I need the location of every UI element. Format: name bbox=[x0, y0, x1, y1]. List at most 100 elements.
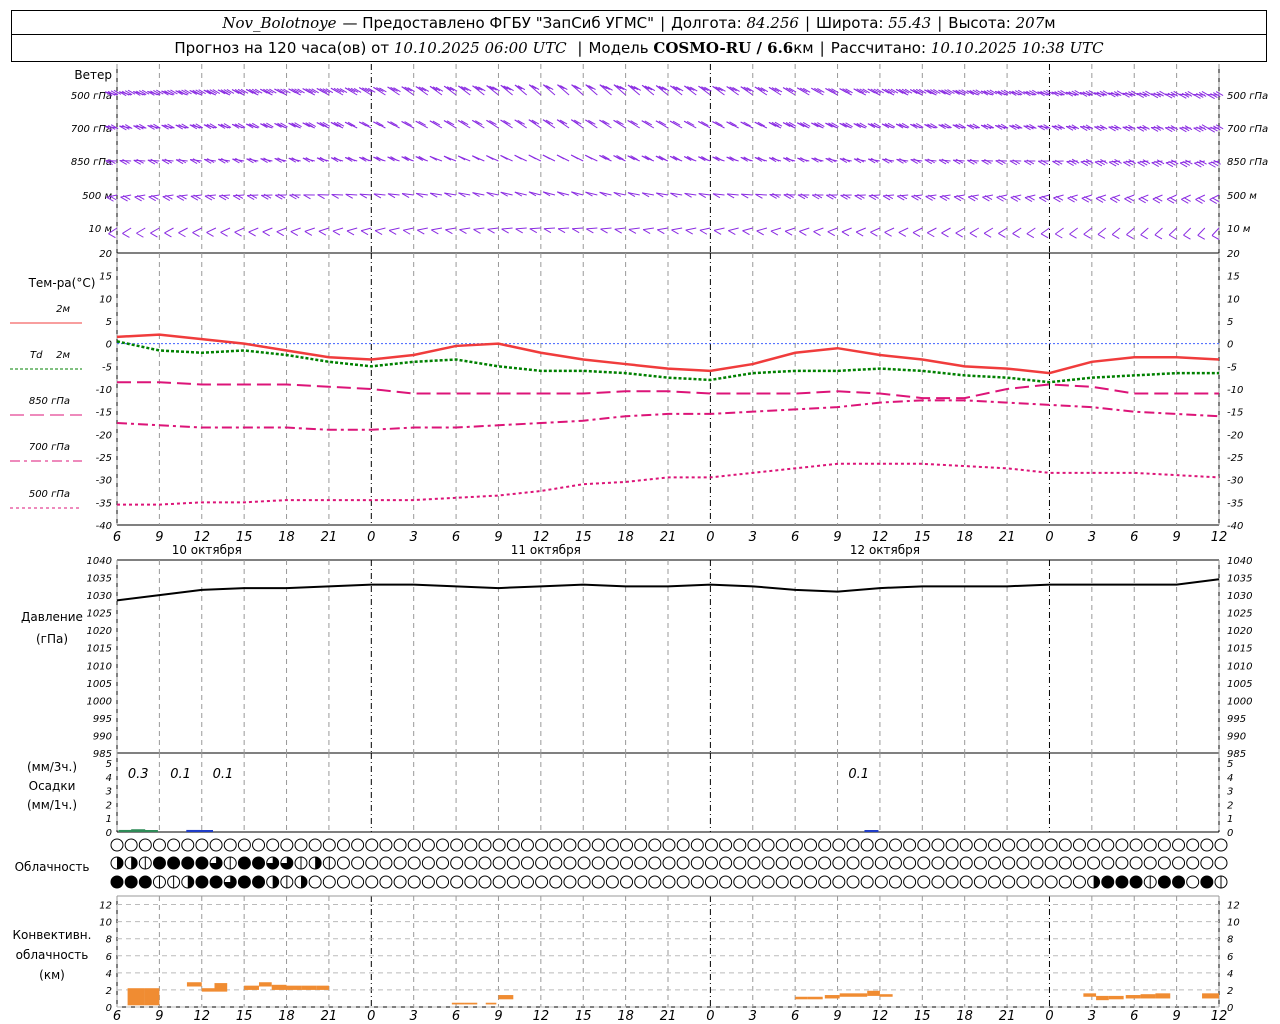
conv-y-tick: 10 bbox=[99, 918, 112, 929]
cloud-symbol bbox=[648, 875, 662, 889]
x-tick-label: 6 bbox=[113, 530, 121, 545]
conv-bar bbox=[301, 985, 317, 990]
precip-bar bbox=[199, 830, 214, 832]
wind-barb-flag bbox=[570, 154, 579, 160]
cloud-symbol bbox=[124, 838, 138, 852]
wind-barb-flag bbox=[431, 229, 439, 235]
conv-y-tick-right: 4 bbox=[1227, 969, 1233, 980]
wind-barb bbox=[1197, 227, 1206, 236]
cloud-symbol bbox=[1172, 838, 1186, 852]
wind-barb bbox=[927, 227, 937, 234]
wind-barb bbox=[770, 227, 782, 232]
conv-y-tick: 12 bbox=[99, 901, 112, 912]
x-tick-label: 12 bbox=[533, 1009, 550, 1024]
cloud-symbol bbox=[733, 856, 747, 870]
wind-barb-flag bbox=[685, 229, 693, 235]
wind-barb bbox=[487, 227, 499, 230]
cloud-symbol bbox=[747, 875, 761, 889]
cloud-symbol bbox=[945, 856, 959, 870]
cloud-symbol bbox=[931, 875, 945, 889]
cloud-symbol bbox=[577, 856, 591, 870]
wind-barb-flag bbox=[642, 229, 651, 235]
temp-y-tick: 10 bbox=[99, 294, 112, 305]
x-tick-label: 0 bbox=[1045, 1009, 1053, 1024]
wind-barb bbox=[600, 227, 612, 230]
precip-y-tick-right: 0 bbox=[1227, 828, 1233, 839]
wind-barb-flag bbox=[556, 154, 565, 160]
temp-y-tick-right: -15 bbox=[1227, 408, 1243, 419]
x-tick-label: 3 bbox=[410, 1009, 418, 1024]
cloud-symbol bbox=[662, 856, 676, 870]
pressure-y-tick: 990 bbox=[93, 731, 112, 742]
cloud-symbol bbox=[1030, 856, 1044, 870]
cloud-symbol bbox=[747, 838, 761, 852]
wind-barb-flag bbox=[1097, 233, 1106, 239]
wind-barb-flag bbox=[557, 228, 566, 234]
cloud-symbol bbox=[464, 856, 478, 870]
conv-bar bbox=[485, 1002, 497, 1005]
temp-y-tick: -10 bbox=[96, 385, 112, 396]
wind-barb-flag bbox=[600, 228, 608, 234]
x-tick-label: 0 bbox=[1045, 530, 1053, 545]
pressure-y-tick-right: 1040 bbox=[1227, 556, 1252, 567]
cloud-symbol bbox=[520, 856, 534, 870]
temp-y-tick: -30 bbox=[96, 476, 112, 487]
precip-amount-label: 0.1 bbox=[213, 767, 234, 782]
wind-barb-flag bbox=[136, 232, 144, 238]
cloud-symbol bbox=[464, 838, 478, 852]
conv-bar bbox=[127, 988, 145, 1006]
cloud-symbol bbox=[535, 838, 549, 852]
wind-barb-flag bbox=[290, 231, 299, 236]
cloud-symbol bbox=[1002, 856, 1016, 870]
cloud-symbol bbox=[492, 875, 506, 889]
cloud-symbol bbox=[988, 875, 1002, 889]
temp-y-tick: 0 bbox=[106, 340, 112, 351]
wind-barb bbox=[1040, 227, 1050, 235]
cloud-symbol bbox=[888, 838, 902, 852]
x-tick-label: 12 bbox=[1211, 530, 1228, 545]
temp-legend-label: 500 гПа bbox=[29, 489, 70, 500]
cloud-symbol bbox=[959, 875, 973, 889]
wind-barb bbox=[1168, 227, 1177, 236]
precip-y-tick: 1 bbox=[106, 814, 112, 825]
wind-barb-flag bbox=[206, 232, 214, 237]
wind-barb bbox=[389, 227, 400, 231]
cloud-symbol bbox=[818, 856, 832, 870]
precip-y-tick: 0 bbox=[106, 828, 112, 839]
wind-barb bbox=[614, 227, 626, 230]
cloud-symbol bbox=[549, 856, 563, 870]
temp-y-tick-right: -25 bbox=[1227, 453, 1243, 464]
wind-barb-flag bbox=[473, 228, 481, 234]
wind-barb-flag bbox=[164, 232, 172, 238]
pressure-y-tick-right: 1000 bbox=[1227, 696, 1252, 707]
cloud-symbol bbox=[1058, 875, 1072, 889]
pressure-y-tick: 1020 bbox=[87, 626, 112, 637]
cloud-symbol bbox=[775, 856, 789, 870]
wind-barb bbox=[164, 227, 174, 234]
conv-bar bbox=[839, 993, 855, 997]
cloud-symbol bbox=[860, 856, 874, 870]
wind-barb bbox=[998, 227, 1008, 234]
wind-title: Ветер bbox=[74, 68, 112, 82]
temp-y-tick: -5 bbox=[102, 362, 112, 373]
wind-barb-flag bbox=[528, 154, 536, 160]
wind-barb-flag bbox=[262, 231, 270, 237]
wind-barb bbox=[784, 227, 796, 232]
wind-barb bbox=[529, 227, 541, 230]
cloud-symbol bbox=[577, 838, 591, 852]
cloud-symbol bbox=[1058, 856, 1072, 870]
wind-barb bbox=[1097, 227, 1107, 235]
temp-y-tick: -15 bbox=[96, 408, 112, 419]
conv-bar bbox=[1155, 993, 1171, 999]
conv-y-tick: 6 bbox=[106, 952, 112, 963]
cloud-symbol bbox=[577, 875, 591, 889]
cloud-symbol bbox=[747, 856, 761, 870]
cloud-symbol bbox=[492, 856, 506, 870]
cloud-symbol bbox=[1186, 856, 1200, 870]
pressure-y-tick-right: 1010 bbox=[1227, 661, 1252, 672]
cloud-symbol bbox=[903, 856, 917, 870]
wind-barb bbox=[1154, 227, 1163, 236]
cloud-symbol-fill bbox=[272, 876, 279, 888]
wind-barb bbox=[276, 227, 287, 233]
wind-barb-flag bbox=[487, 228, 495, 234]
